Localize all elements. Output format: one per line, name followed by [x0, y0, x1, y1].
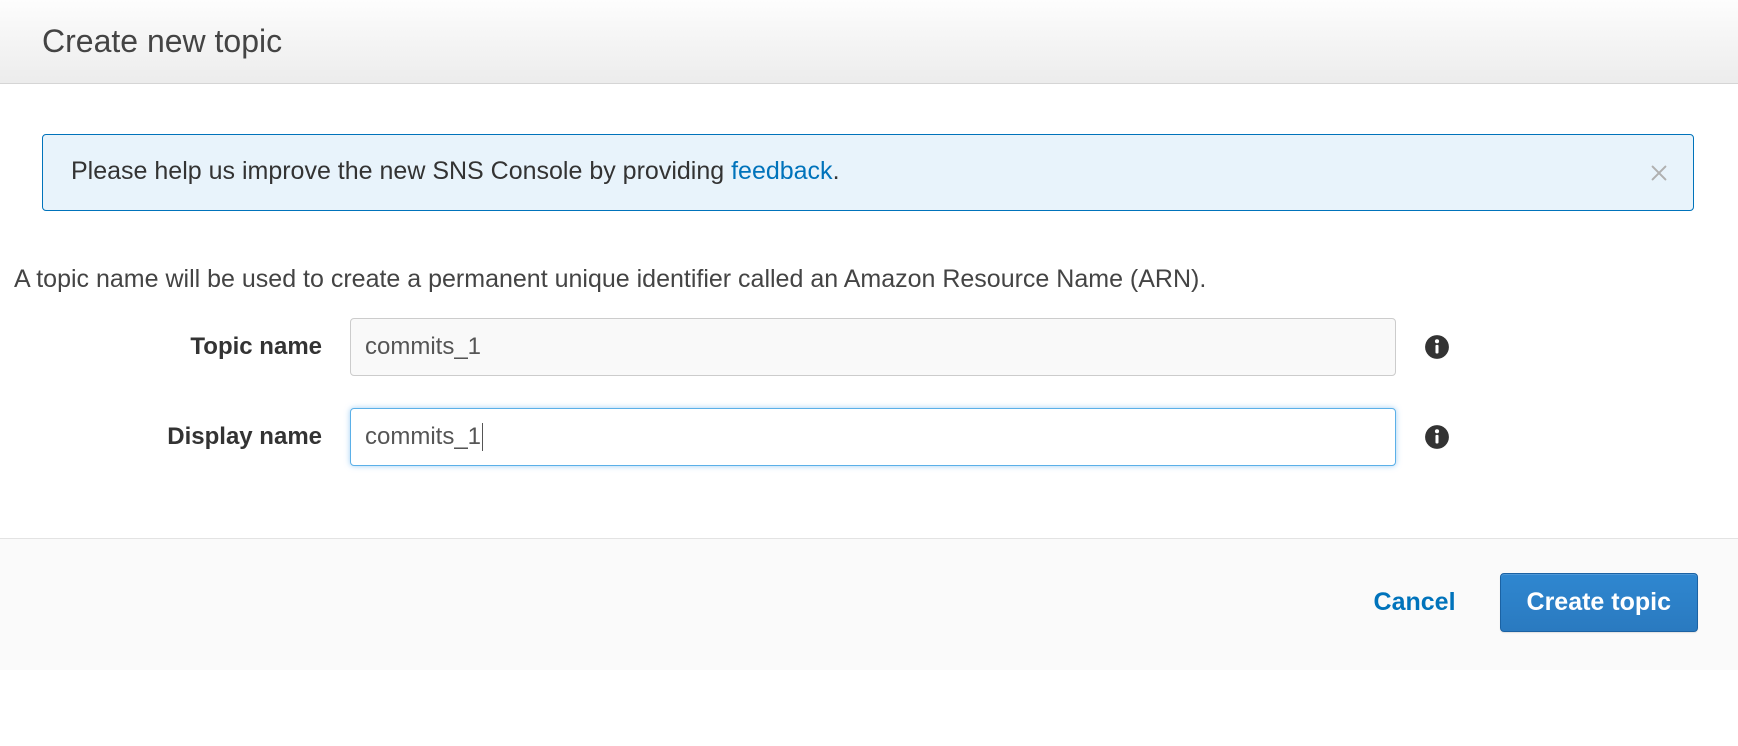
create-topic-button[interactable]: Create topic: [1500, 573, 1698, 632]
banner-text-after: .: [833, 157, 840, 185]
input-wrap-display-name: commits_1: [350, 408, 1396, 466]
close-icon[interactable]: [1645, 159, 1673, 187]
display-name-value: commits_1: [365, 423, 481, 451]
topic-name-input[interactable]: [350, 318, 1396, 376]
modal-title: Create new topic: [42, 23, 282, 60]
feedback-link[interactable]: feedback: [731, 157, 832, 185]
description-text: A topic name will be used to create a pe…: [14, 265, 1694, 294]
info-icon[interactable]: [1424, 424, 1450, 450]
modal-header: Create new topic: [0, 0, 1738, 84]
display-name-input[interactable]: commits_1: [350, 408, 1396, 466]
cancel-button[interactable]: Cancel: [1366, 576, 1464, 629]
row-topic-name: Topic name: [14, 318, 1694, 376]
modal-footer: Cancel Create topic: [0, 538, 1738, 670]
banner-text: Please help us improve the new SNS Conso…: [71, 157, 840, 186]
input-wrap-topic-name: [350, 318, 1396, 376]
banner-text-before: Please help us improve the new SNS Conso…: [71, 157, 731, 185]
modal-create-topic: Create new topic Please help us improve …: [0, 0, 1738, 670]
row-display-name: Display name commits_1: [14, 408, 1694, 466]
label-topic-name: Topic name: [14, 333, 350, 361]
modal-body: Please help us improve the new SNS Conso…: [0, 84, 1738, 538]
info-icon[interactable]: [1424, 334, 1450, 360]
feedback-banner: Please help us improve the new SNS Conso…: [42, 134, 1694, 211]
text-cursor: [482, 423, 483, 451]
label-display-name: Display name: [14, 423, 350, 451]
